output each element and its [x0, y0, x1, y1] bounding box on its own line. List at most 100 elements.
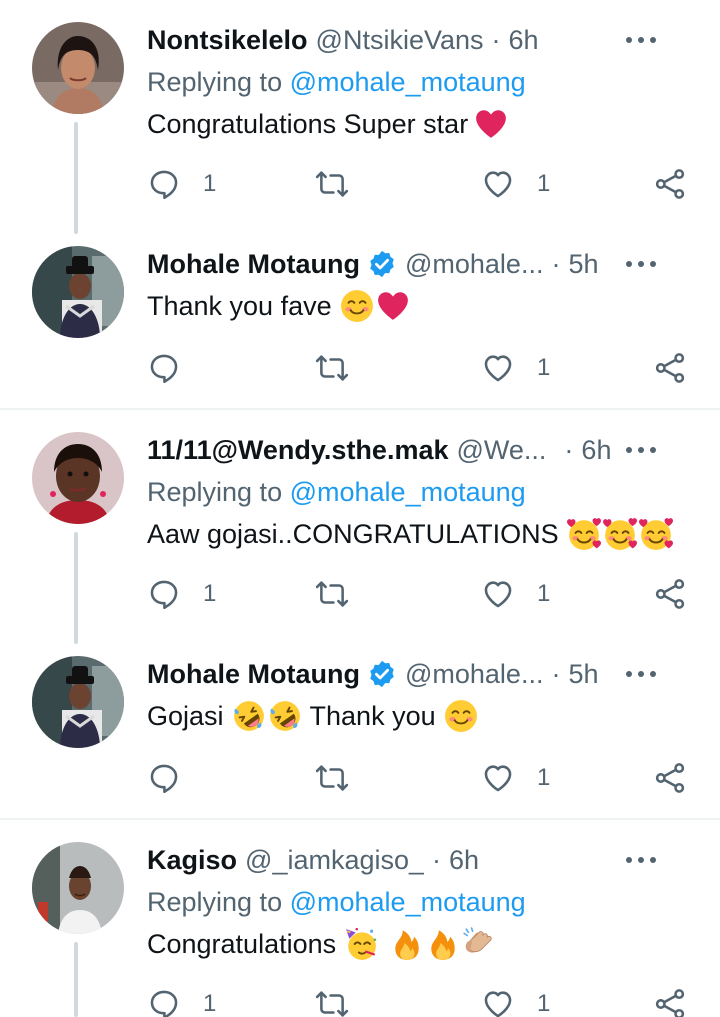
reply-button[interactable]: 1: [147, 574, 216, 614]
share-icon: [653, 167, 687, 201]
timestamp[interactable]: 6h: [509, 22, 539, 58]
username[interactable]: @mohale...: [405, 246, 543, 282]
partying-face-emoji-icon: [344, 927, 378, 961]
smiling-face-emoji-icon: [444, 699, 478, 733]
like-button[interactable]: 1: [481, 758, 550, 798]
fire-emoji-icon: [426, 927, 460, 961]
more-icon[interactable]: [626, 432, 656, 468]
separator: ·: [551, 249, 561, 279]
reply-button[interactable]: [147, 758, 181, 798]
tweet-header: Kagiso @_iamkagiso_ · 6h: [147, 842, 690, 878]
like-button[interactable]: 1: [481, 574, 550, 614]
replying-to-label: Replying to: [147, 67, 283, 97]
like-icon: [481, 761, 515, 795]
red-heart-emoji-icon: [474, 107, 508, 141]
like-icon: [481, 577, 515, 611]
tweet-text-content: Thank you: [309, 701, 436, 731]
tweet-text: Congratulations Super star: [147, 105, 690, 143]
more-icon[interactable]: [626, 842, 656, 878]
more-icon[interactable]: [626, 22, 656, 58]
reply-button[interactable]: [147, 348, 181, 388]
tweet-text: Thank you fave: [147, 287, 690, 325]
username[interactable]: @_iamkagiso_: [245, 842, 424, 878]
retweet-button[interactable]: [315, 164, 349, 204]
retweet-button[interactable]: [315, 574, 349, 614]
avatar[interactable]: [32, 842, 124, 934]
separator: ·: [491, 25, 501, 55]
display-name[interactable]: Kagiso: [147, 842, 237, 878]
share-icon: [653, 761, 687, 795]
tweet-text: Aaw gojasi..CONGRATULATIONS: [147, 515, 690, 553]
reply-count: 1: [203, 170, 217, 197]
username[interactable]: @mohale...: [405, 656, 543, 692]
tweet-text-content: Congratulations Super star: [147, 109, 469, 139]
retweet-button[interactable]: [315, 758, 349, 798]
retweet-icon: [315, 577, 349, 611]
tweet-nontsikelelo[interactable]: Nontsikelelo @NtsikieVans · 6h Replying …: [0, 0, 720, 234]
tweet-header: Mohale Motaung @mohale... · 5h: [147, 246, 690, 282]
timestamp[interactable]: 6h: [581, 432, 611, 468]
tweet-header: Nontsikelelo @NtsikieVans · 6h: [147, 22, 690, 58]
mention-link[interactable]: @mohale_motaung: [290, 477, 526, 507]
tweet-header: 11/11@Wendy.sthe.mak @We... · 6h: [147, 432, 690, 468]
rolling-laughing-emoji-icon: [232, 699, 266, 733]
username[interactable]: @NtsikieVans: [316, 22, 484, 58]
fire-emoji-icon: [390, 927, 424, 961]
avatar[interactable]: [32, 656, 124, 748]
reply-button[interactable]: 1: [147, 164, 216, 204]
tweet-mohale-reply-2[interactable]: Mohale Motaung @mohale... · 5h Gojasi Th…: [0, 644, 720, 818]
reply-icon: [147, 577, 181, 611]
retweet-button[interactable]: [315, 984, 349, 1017]
red-heart-emoji-icon: [376, 289, 410, 323]
avatar[interactable]: [32, 22, 124, 114]
tweet-text: Gojasi Thank you: [147, 697, 690, 735]
like-count: 1: [537, 170, 551, 197]
tweet-wendy[interactable]: 11/11@Wendy.sthe.mak @We... · 6h Replyin…: [0, 410, 720, 644]
reply-icon: [147, 987, 181, 1017]
tweet-actions: 1: [147, 348, 692, 388]
share-button[interactable]: [653, 758, 687, 798]
smiling-face-emoji-icon: [340, 289, 374, 323]
tweet-actions: 1: [147, 758, 692, 798]
mention-link[interactable]: @mohale_motaung: [290, 887, 526, 917]
share-button[interactable]: [653, 348, 687, 388]
reply-icon: [147, 351, 181, 385]
replying-to-line: Replying to @mohale_motaung: [147, 884, 526, 920]
retweet-icon: [315, 987, 349, 1017]
reply-thread-feed: Nontsikelelo @NtsikieVans · 6h Replying …: [0, 0, 720, 1017]
like-button[interactable]: 1: [481, 348, 550, 388]
avatar[interactable]: [32, 246, 124, 338]
more-icon[interactable]: [626, 246, 656, 282]
like-button[interactable]: 1: [481, 984, 550, 1017]
timestamp[interactable]: 5h: [568, 656, 598, 692]
thread-line: [74, 942, 78, 1017]
share-button[interactable]: [653, 164, 687, 204]
share-button[interactable]: [653, 984, 687, 1017]
smiling-face-with-hearts-emoji-icon: [639, 517, 673, 551]
smiling-face-with-hearts-emoji-icon: [603, 517, 637, 551]
mention-link[interactable]: @mohale_motaung: [290, 67, 526, 97]
avatar[interactable]: [32, 432, 124, 524]
timestamp[interactable]: 6h: [449, 842, 479, 878]
verified-badge-icon: [367, 249, 397, 279]
more-icon[interactable]: [626, 656, 656, 692]
retweet-icon: [315, 351, 349, 385]
share-button[interactable]: [653, 574, 687, 614]
like-button[interactable]: 1: [481, 164, 550, 204]
rolling-laughing-emoji-icon: [268, 699, 302, 733]
smiling-face-with-hearts-emoji-icon: [567, 517, 601, 551]
reply-button[interactable]: 1: [147, 984, 216, 1017]
thread-line: [74, 122, 78, 234]
tweet-text-content: Aaw gojasi..CONGRATULATIONS: [147, 519, 559, 549]
retweet-button[interactable]: [315, 348, 349, 388]
display-name[interactable]: Nontsikelelo: [147, 22, 308, 58]
tweet-mohale-reply-1[interactable]: Mohale Motaung @mohale... · 5h Thank you…: [0, 234, 720, 408]
like-count: 1: [537, 354, 551, 381]
share-icon: [653, 351, 687, 385]
tweet-kagiso[interactable]: Kagiso @_iamkagiso_ · 6h Replying to @mo…: [0, 820, 720, 1017]
display-name[interactable]: 11/11@Wendy.sthe.mak: [147, 432, 448, 468]
username[interactable]: @We...: [456, 432, 546, 468]
timestamp[interactable]: 5h: [568, 246, 598, 282]
display-name[interactable]: Mohale Motaung: [147, 246, 360, 282]
display-name[interactable]: Mohale Motaung: [147, 656, 360, 692]
